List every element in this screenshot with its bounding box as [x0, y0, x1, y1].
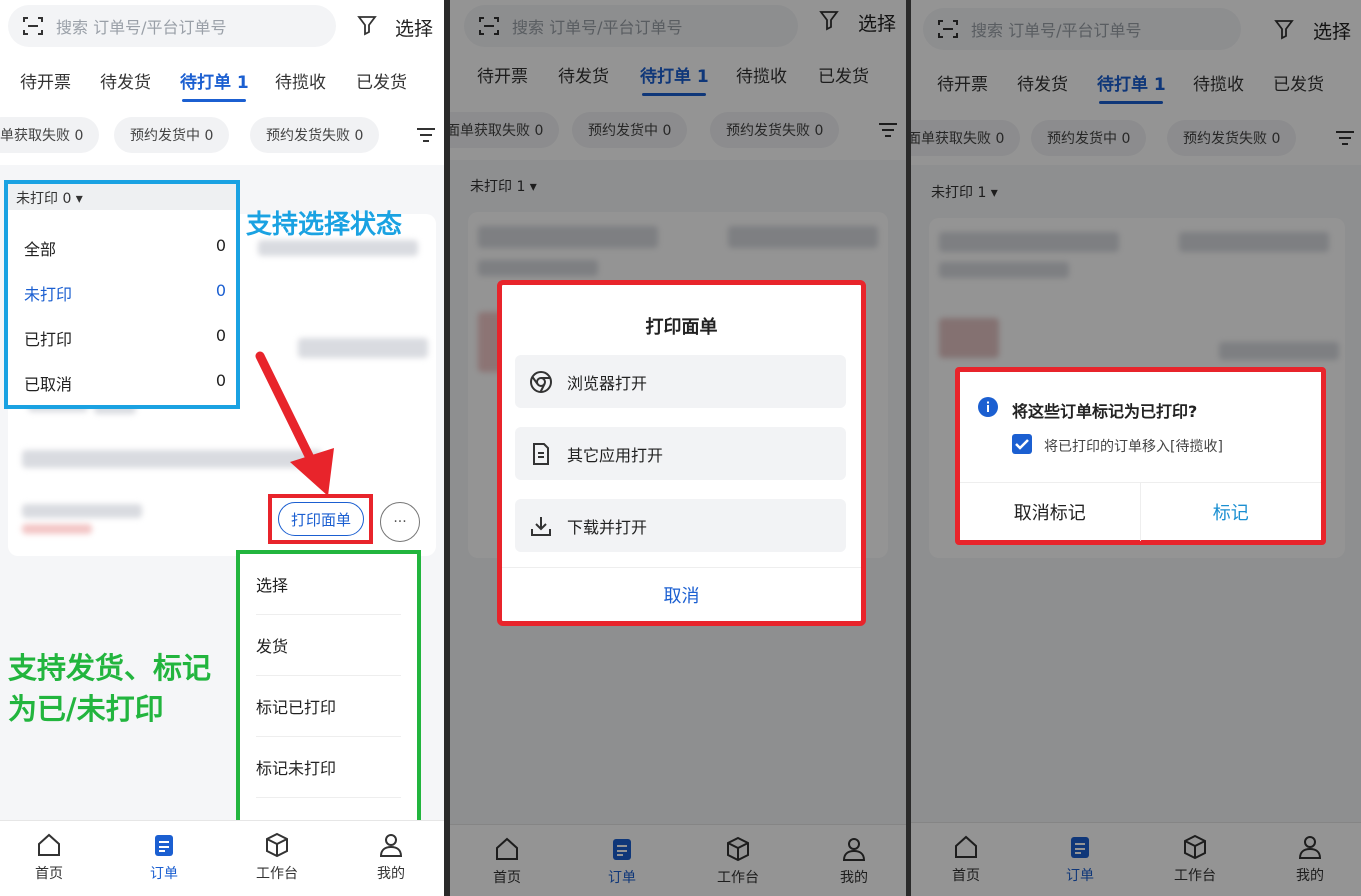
sort-icon[interactable] [416, 127, 436, 143]
open-with-other-app-option[interactable]: 其它应用打开 [515, 427, 846, 480]
dialog-title: 打印面单 [645, 317, 718, 338]
menu-item-mark-printed[interactable]: 标记已打印 [256, 676, 401, 737]
status-chips: 单获取失败 0 预约发货中 0 预约发货失败 0 [0, 113, 444, 157]
status-option-label: 全部 [24, 240, 57, 259]
panel-mark-printed-confirm: 搜索 订单号/平台订单号 选择 待开票 待发货 待打单 1 待揽收 已发货 面单… [911, 0, 1361, 896]
print-waybill-button[interactable]: 打印面单 [278, 502, 364, 536]
dialog-title: 将这些订单标记为已打印? [1012, 402, 1198, 421]
action-menu: 选择 发货 标记已打印 标记未打印 客服备注 [236, 550, 421, 854]
option-label: 浏览器打开 [567, 373, 648, 393]
mark-printed-dialog: 将这些订单标记为已打印? 将已打印的订单移入[待揽收] 取消标记 标记 [955, 367, 1326, 545]
filter-icon[interactable] [356, 14, 378, 36]
nav-label: 首页 [35, 866, 63, 882]
callout-actions: 支持发货、标记 为已/未打印 [8, 648, 211, 730]
tab-invoice[interactable]: 待开票 [20, 68, 71, 93]
nav-label: 我的 [377, 866, 405, 882]
callout-actions-line2: 为已/未打印 [8, 692, 164, 726]
nav-profile[interactable]: 我的 [356, 831, 426, 883]
nav-orders[interactable]: 订单 [129, 831, 199, 883]
cancel-button[interactable]: 取消 [502, 567, 861, 621]
order-tabs: 待开票 待发货 待打单 1 待揽收 已发货 [0, 62, 444, 102]
status-option-label: 已打印 [24, 330, 73, 349]
tab-shipped[interactable]: 已发货 [356, 68, 407, 93]
select-button[interactable]: 选择 [395, 14, 433, 41]
status-option-label: 已取消 [24, 375, 73, 394]
open-in-browser-option[interactable]: 浏览器打开 [515, 355, 846, 408]
status-option-count: 0 [215, 236, 226, 255]
tab-to-print[interactable]: 待打单 1 [180, 68, 249, 93]
status-option-cancelled[interactable]: 已取消 0 [24, 371, 226, 394]
menu-item-mark-unprinted[interactable]: 标记未打印 [256, 737, 401, 798]
tab-active-indicator [182, 99, 246, 102]
chip-waybill-failed[interactable]: 单获取失败 0 [0, 117, 100, 153]
status-option-count: 0 [215, 326, 226, 345]
status-option-all[interactable]: 全部 0 [24, 236, 226, 259]
download-icon [531, 516, 551, 536]
search-bar[interactable]: 搜索 订单号/平台订单号 [8, 5, 336, 47]
status-option-label: 未打印 [24, 285, 73, 304]
home-icon [38, 833, 60, 856]
chip-scheduling[interactable]: 预约发货中 0 [114, 117, 230, 153]
nav-label: 工作台 [256, 866, 298, 882]
print-waybill-dialog: 打印面单 浏览器打开 其它应用打开 下载并打开 取消 [497, 280, 866, 626]
browser-icon [530, 370, 552, 393]
panel-print-sheet: 搜索 订单号/平台订单号 选择 待开票 待发货 待打单 1 待揽收 已发货 面单… [450, 0, 906, 896]
document-icon [533, 442, 549, 465]
status-option-count: 0 [215, 281, 226, 300]
print-button-highlight: 打印面单 [268, 494, 373, 544]
option-label: 下载并打开 [567, 517, 648, 537]
menu-item-ship[interactable]: 发货 [256, 615, 401, 676]
nav-home[interactable]: 首页 [14, 831, 84, 883]
search-input[interactable]: 搜索 订单号/平台订单号 [56, 14, 226, 38]
info-icon [978, 397, 998, 417]
dialog-buttons: 取消标记 标记 [960, 482, 1322, 541]
tab-to-ship[interactable]: 待发货 [100, 68, 151, 93]
checkbox-label: 将已打印的订单移入[待揽收] [1044, 439, 1223, 455]
status-option-printed[interactable]: 已打印 0 [24, 326, 226, 349]
header: 搜索 订单号/平台订单号 选择 待开票 待发货 待打单 1 待揽收 已发货 单获… [0, 0, 444, 165]
option-label: 其它应用打开 [567, 445, 664, 465]
cancel-mark-button[interactable]: 取消标记 [960, 483, 1141, 541]
arrow-annotation [255, 351, 334, 496]
panel-order-list-menu: 搜索 订单号/平台订单号 选择 待开票 待发货 待打单 1 待揽收 已发货 单获… [0, 0, 444, 896]
status-dropdown[interactable]: 未打印 0 ▾ [8, 184, 236, 210]
more-button[interactable]: ··· [380, 502, 420, 542]
scan-icon[interactable] [22, 15, 44, 37]
mark-button[interactable]: 标记 [1141, 483, 1322, 541]
move-to-collect-checkbox[interactable] [1012, 434, 1032, 454]
callout-actions-line1: 支持发货、标记 [8, 651, 212, 685]
bottom-nav: 首页 订单 工作台 我的 [0, 820, 444, 896]
status-dropdown-menu: 未打印 0 ▾ 全部 0 未打印 0 已打印 0 已取消 0 [4, 180, 240, 409]
nav-workbench[interactable]: 工作台 [242, 831, 312, 883]
chip-schedule-failed[interactable]: 预约发货失败 0 [250, 117, 380, 153]
profile-icon [379, 834, 403, 857]
status-option-unprinted[interactable]: 未打印 0 [24, 281, 226, 304]
orders-icon [155, 835, 173, 856]
menu-item-select[interactable]: 选择 [256, 554, 401, 615]
tab-to-collect[interactable]: 待揽收 [275, 68, 326, 93]
workbench-icon [266, 832, 288, 858]
nav-label: 订单 [150, 866, 178, 882]
checkmark-icon [1015, 439, 1029, 450]
status-option-count: 0 [215, 371, 226, 390]
download-and-open-option[interactable]: 下载并打开 [515, 499, 846, 552]
callout-select-status: 支持选择状态 [246, 210, 403, 240]
